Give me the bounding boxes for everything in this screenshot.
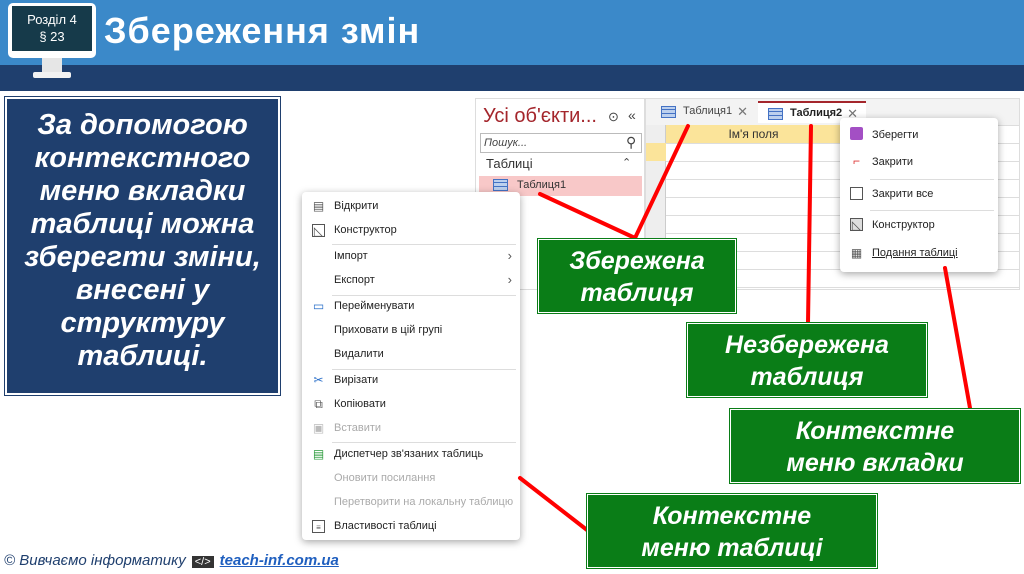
code-icon: </> bbox=[191, 556, 214, 568]
site-link[interactable]: teach-inf.com.ua bbox=[220, 552, 339, 569]
copyright-text: © Вивчаємо інформатику bbox=[4, 552, 186, 569]
callout-line-tab-menu bbox=[943, 266, 972, 410]
callout-line-table-menu bbox=[518, 476, 589, 532]
callout-lines bbox=[518, 124, 972, 532]
callout-line-unsaved bbox=[806, 124, 813, 325]
callout-unsaved: Незбережена таблиця bbox=[686, 322, 928, 398]
footer: © Вивчаємо інформатику </> teach-inf.com.u… bbox=[4, 552, 339, 569]
callout-table-menu: Контекстне меню таблиці bbox=[586, 493, 878, 569]
callout-line-saved-tab bbox=[633, 124, 690, 240]
callout-tab-menu: Контекстне меню вкладки bbox=[729, 408, 1021, 484]
callout-saved: Збережена таблиця bbox=[537, 238, 737, 314]
callout-line-saved-nav bbox=[538, 192, 637, 240]
